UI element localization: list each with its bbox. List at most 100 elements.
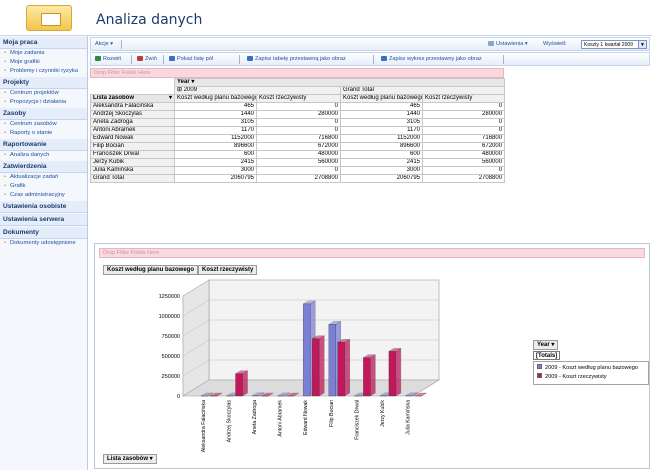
row-field-button[interactable]: Lista zasobów ▾ xyxy=(90,94,175,103)
pivot-row: Jerzy Kubik 2415 560000 2415 560000 xyxy=(90,158,506,167)
pivot-row: Franciszek Drwal 600 480000 600 480000 xyxy=(90,150,506,159)
nav-item[interactable]: Problemy i czynniki ryzyka xyxy=(0,67,87,76)
chart-data-fields: Koszt według planu bazowego Koszt rzeczyw… xyxy=(103,265,258,275)
sharepoint-logo-icon[interactable] xyxy=(26,5,72,31)
grand-total-header: Grand Total xyxy=(339,86,506,95)
nav-item[interactable]: Centrum zasobów xyxy=(0,120,87,129)
column-header: Koszt rzeczywisty xyxy=(421,94,506,103)
save-pivot-image-button[interactable]: Zapisz tabelę przestawną jako obraz xyxy=(247,56,346,62)
chevron-down-icon: ▾ xyxy=(168,95,172,102)
value-cell: 2060795 xyxy=(174,174,257,183)
pivot-toolbar: Rozwiń Zwiń Pokaż listę pól Zapisz tabel… xyxy=(90,52,650,66)
nav-item[interactable]: Czas administracyjny xyxy=(0,191,87,200)
row-label[interactable]: Aneta Zadroga xyxy=(90,118,175,127)
nav-section-header[interactable]: Ustawienia osobiste xyxy=(0,201,87,213)
nav-section-header[interactable]: Zasoby xyxy=(0,108,87,120)
pivot-table: Year ▾ ⊞ 2009 Grand Total Lista zasobów ▾… xyxy=(90,78,506,183)
x-tick-label: Aneta Zadroga xyxy=(252,400,258,434)
nav-item[interactable]: Analiza danych xyxy=(0,151,87,160)
year-2009-header[interactable]: ⊞ 2009 xyxy=(174,86,341,95)
value-cell: 716800 xyxy=(256,134,341,143)
value-cell: 716800 xyxy=(421,134,506,143)
expand-label: Rozwiń xyxy=(103,56,122,62)
toolbar-separator xyxy=(163,55,164,64)
row-label[interactable]: Filip Bocian xyxy=(90,142,175,151)
nav-section-header[interactable]: Projekty xyxy=(0,77,87,89)
column-header: Koszt według planu bazowego xyxy=(340,94,423,103)
nav-item[interactable]: Propozycje i działania xyxy=(0,98,87,107)
actions-menu[interactable]: Akcje ▾ xyxy=(95,41,113,47)
value-cell: 3105 xyxy=(340,118,423,127)
nav-section-header[interactable]: Ustawienia serwera xyxy=(0,214,87,226)
save-image-icon xyxy=(381,56,387,61)
actions-toolbar: Akcje ▾ Ustawienia ▾ Wyświetl: Koszty 1 … xyxy=(90,37,650,51)
pivot-chart: 1250000 1000000 750000 500000 250000 0 Aleksan… xyxy=(159,279,441,452)
row-label[interactable]: Edward Nowak xyxy=(90,134,175,143)
field-list-label: Pokaż listę pól xyxy=(177,56,214,62)
nav-section-header[interactable]: Moja praca xyxy=(0,37,87,49)
value-cell: 2708800 xyxy=(421,174,506,183)
legend-totals-label: [Totals] xyxy=(533,351,561,360)
nav-section-header[interactable]: Dokumenty xyxy=(0,227,87,239)
nav-item[interactable]: Moje grafiki xyxy=(0,58,87,67)
row-label[interactable]: Jerzy Kubik xyxy=(90,158,175,167)
chart-side-wall xyxy=(182,279,210,397)
toolbar-separator xyxy=(131,55,132,64)
legend-entry: 2009 - Koszt według planu bazowego xyxy=(537,364,645,373)
field-list-button[interactable]: Pokaż listę pól xyxy=(169,56,213,62)
nav-item[interactable]: Centrum projektów xyxy=(0,89,87,98)
x-tick-label: Jerzy Kubik xyxy=(380,400,386,427)
toolbar-separator xyxy=(239,55,240,64)
row-label[interactable]: Franciszek Drwal xyxy=(90,150,175,159)
value-cell: 3000 xyxy=(174,166,257,175)
value-cell: 1170 xyxy=(174,126,257,135)
bar-actual-side xyxy=(242,370,248,397)
pivot-filter-drop-zone[interactable]: Drop Filter Fields Here xyxy=(90,68,504,78)
bar-plan xyxy=(328,324,336,397)
year-field-button[interactable]: Year ▾ xyxy=(173,78,506,87)
x-tick-label: Filip Bocian xyxy=(329,400,335,427)
bar-plan xyxy=(303,303,311,397)
chart-field-actual[interactable]: Koszt rzeczywisty xyxy=(198,265,258,275)
nav-item[interactable]: Grafik xyxy=(0,182,87,191)
nav-section-header[interactable]: Zatwierdzenia xyxy=(0,161,87,173)
row-label[interactable]: Grand Total xyxy=(90,174,175,183)
chart-row-field-button[interactable]: Lista zasobów ▾ xyxy=(103,454,157,464)
nav-section-header[interactable]: Raportowanie xyxy=(0,139,87,151)
pivot-row: Antoni Abramek 1170 0 1170 0 xyxy=(90,126,506,135)
chart-field-plan[interactable]: Koszt według planu bazowego xyxy=(103,265,198,275)
pivot-row: Aneta Zadroga 3105 0 3105 0 xyxy=(90,118,506,127)
nav-item[interactable]: Dokumenty udostępnione xyxy=(0,239,87,248)
row-label[interactable]: Julia Kamińska xyxy=(90,166,175,175)
value-cell: 0 xyxy=(256,118,341,127)
legend-label: 2009 - Koszt według planu bazowego xyxy=(545,365,638,371)
settings-menu[interactable]: Ustawienia ▾ xyxy=(488,41,528,47)
nav-item[interactable]: Aktualizacje zadań xyxy=(0,173,87,182)
value-cell: 1440 xyxy=(174,110,257,119)
expand-button[interactable]: Rozwiń xyxy=(95,56,121,62)
value-cell: 896600 xyxy=(174,142,257,151)
page-title: Analiza danych xyxy=(96,12,203,28)
save-chart-image-button[interactable]: Zapisz wykres przestawny jako obraz xyxy=(381,56,482,62)
pivot-row: Aleksandra Falacińska 465 0 465 0 xyxy=(90,102,506,111)
row-label[interactable]: Andrzej Skoczylas xyxy=(90,110,175,119)
nav-item[interactable]: Moje zadania xyxy=(0,49,87,58)
row-label[interactable]: Aleksandra Falacińska xyxy=(90,102,175,111)
bar-actual xyxy=(235,373,243,397)
bar-actual-side xyxy=(319,335,325,397)
legend-year-button[interactable]: Year ▾ xyxy=(533,340,559,350)
bar-actual-side xyxy=(370,354,376,397)
row-label[interactable]: Antoni Abramek xyxy=(90,126,175,135)
column-header: Koszt według planu bazowego xyxy=(174,94,257,103)
legend-entry: 2009 - Koszt rzeczywisty xyxy=(537,373,645,382)
bar-actual xyxy=(363,357,371,397)
view-select[interactable]: Koszty 1 kwartał 2009 ▼ xyxy=(581,40,647,49)
legend-swatch xyxy=(537,373,542,378)
value-cell: 1152000 xyxy=(174,134,257,143)
collapse-button[interactable]: Zwiń xyxy=(137,56,157,62)
value-cell: 0 xyxy=(421,118,506,127)
nav-item[interactable]: Raporty o stanie xyxy=(0,129,87,138)
value-cell: 672000 xyxy=(256,142,341,151)
chart-filter-drop-zone[interactable]: Drop Filter Fields Here xyxy=(99,248,645,258)
value-cell: 600 xyxy=(340,150,423,159)
